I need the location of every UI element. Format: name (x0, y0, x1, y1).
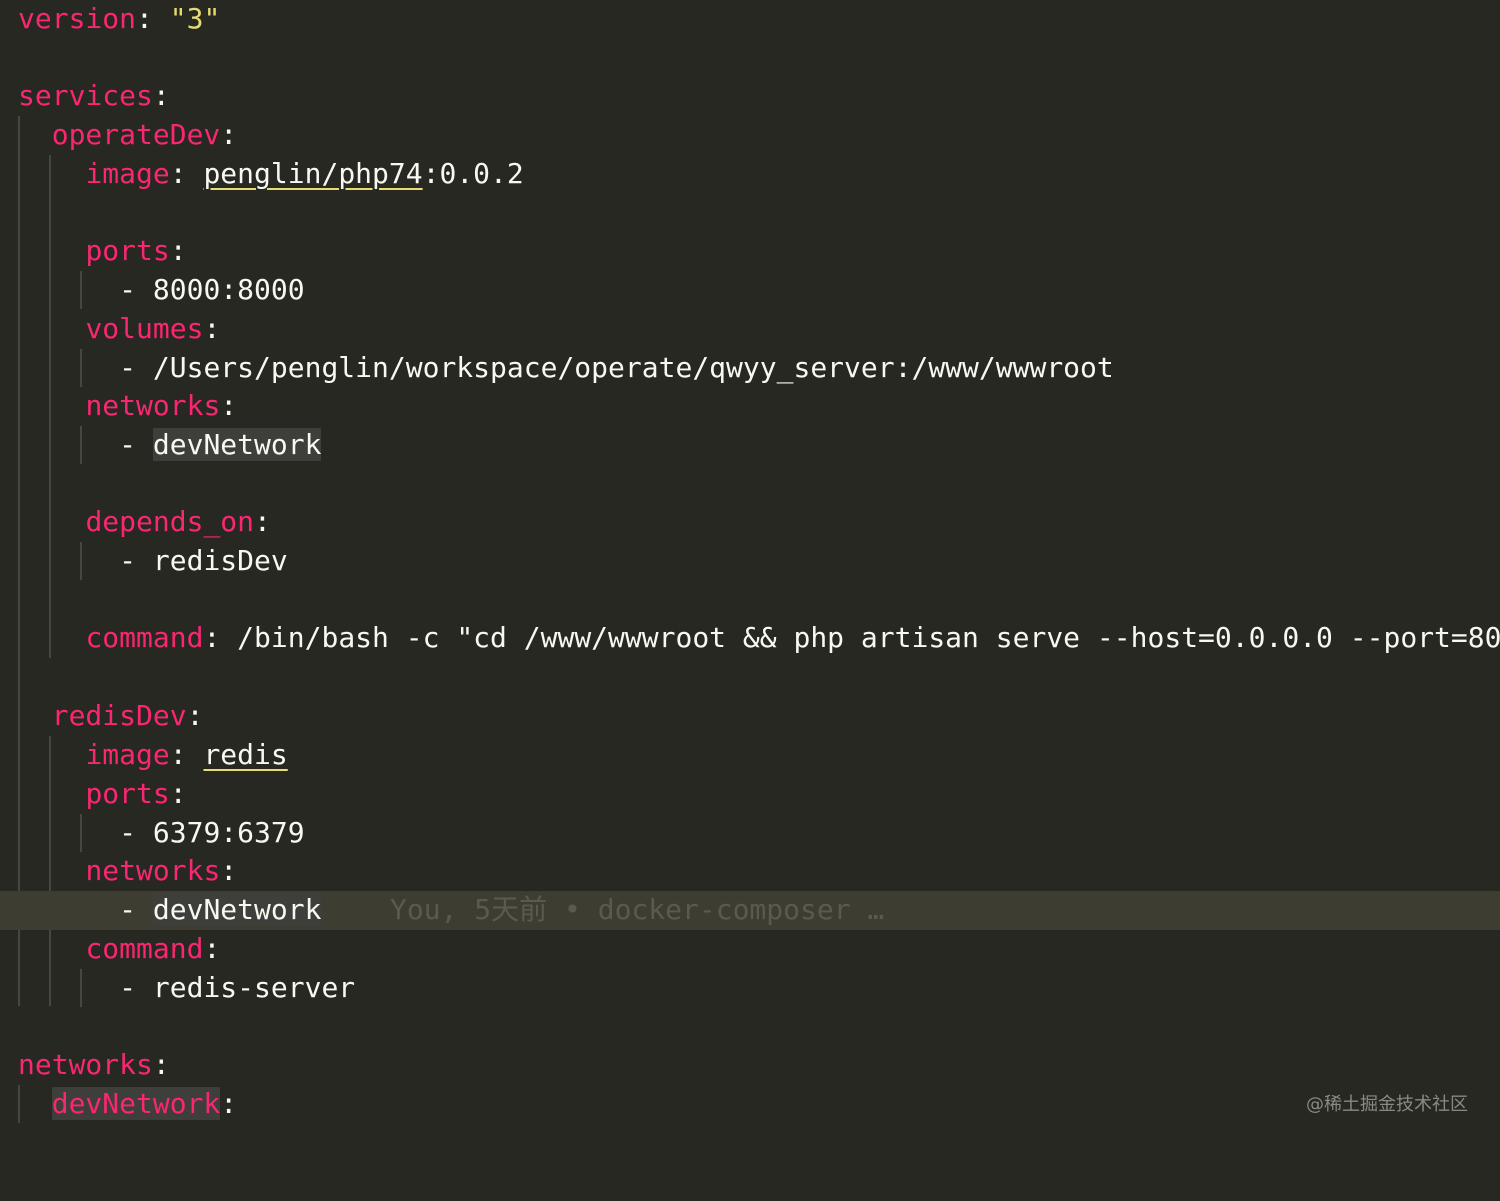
command-value: redis-server (152, 971, 356, 1004)
network-definition: devNetwork (51, 1087, 221, 1120)
code-line[interactable]: command: /bin/bash -c "cd /www/wwwroot &… (0, 619, 1500, 658)
yaml-key-image: image (85, 738, 170, 771)
yaml-key-version: version (18, 2, 137, 35)
depends-value: redisDev (152, 544, 288, 577)
yaml-key-command: command (85, 932, 204, 965)
code-line[interactable]: volumes: (0, 310, 1500, 349)
yaml-key-image: image (85, 157, 170, 190)
code-line[interactable]: - 8000:8000 (0, 271, 1500, 310)
yaml-key-networks: networks (85, 389, 221, 422)
code-line[interactable]: operateDev: (0, 116, 1500, 155)
image-reference-link[interactable]: redis (203, 738, 287, 771)
code-line[interactable]: networks: (0, 852, 1500, 891)
service-name-redisdev: redisDev (51, 699, 187, 732)
code-editor[interactable]: version: "3" services: operateDev: image… (0, 0, 1500, 1146)
yaml-key-command: command (85, 621, 204, 654)
code-line[interactable]: networks: (0, 1046, 1500, 1085)
yaml-key-networks: networks (85, 854, 221, 887)
current-line[interactable]: - devNetwork You, 5天前 • docker-composer … (0, 891, 1500, 930)
code-line[interactable]: version: "3" (0, 0, 1500, 39)
yaml-key-ports: ports (85, 777, 170, 810)
yaml-value-version: "3" (169, 2, 221, 35)
image-reference-link[interactable]: penglin/php74 (203, 157, 422, 190)
port-mapping: 8000:8000 (152, 273, 305, 306)
code-line[interactable]: - devNetwork (0, 426, 1500, 465)
code-line[interactable]: - redis-server (0, 969, 1500, 1008)
code-line[interactable]: ports: (0, 232, 1500, 271)
network-reference: devNetwork (152, 428, 322, 461)
code-line[interactable]: ports: (0, 775, 1500, 814)
service-name-operatedev: operateDev (51, 118, 221, 151)
code-line[interactable]: - redisDev (0, 542, 1500, 581)
yaml-key-networks: networks (18, 1048, 153, 1081)
yaml-key-ports: ports (85, 234, 170, 267)
yaml-key-depends-on: depends_on (85, 505, 255, 538)
code-line[interactable]: - 6379:6379 (0, 814, 1500, 853)
code-line[interactable]: redisDev: (0, 697, 1500, 736)
port-mapping: 6379:6379 (152, 816, 305, 849)
network-reference: devNetwork (152, 893, 322, 926)
code-line[interactable]: services: (0, 77, 1500, 116)
command-value: /bin/bash -c "cd /www/wwwroot && php art… (237, 621, 1500, 654)
code-line[interactable]: networks: (0, 387, 1500, 426)
code-line[interactable]: devNetwork: (0, 1085, 1500, 1124)
watermark: @稀土掘金技术社区 (1306, 1094, 1468, 1115)
code-line[interactable]: depends_on: (0, 503, 1500, 542)
code-line[interactable]: image: redis (0, 736, 1500, 775)
code-line[interactable]: command: (0, 930, 1500, 969)
code-line[interactable]: image: penglin/php74:0.0.2 (0, 155, 1500, 194)
yaml-key-volumes: volumes (85, 312, 204, 345)
git-blame-annotation[interactable]: You, 5天前 • docker-composer … (390, 891, 884, 930)
volume-mapping: /Users/penglin/workspace/operate/qwyy_se… (152, 351, 1114, 384)
image-tag: :0.0.2 (422, 157, 524, 190)
code-line[interactable]: - /Users/penglin/workspace/operate/qwyy_… (0, 349, 1500, 388)
yaml-key-services: services (18, 79, 153, 112)
